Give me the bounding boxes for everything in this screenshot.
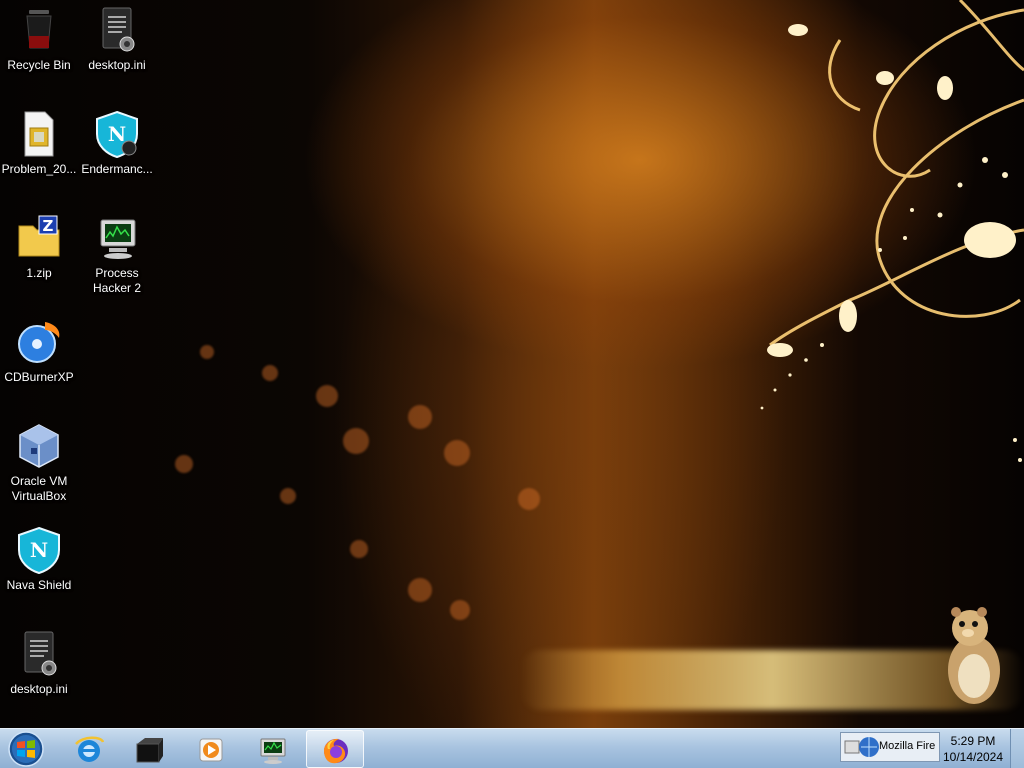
media-player-icon bbox=[199, 738, 223, 762]
desktop-icon-label: desktop.ini bbox=[10, 682, 68, 696]
shield-n-icon: N bbox=[18, 526, 60, 574]
clock-time: 5:29 PM bbox=[950, 734, 996, 748]
firefox-icon bbox=[324, 738, 348, 764]
internet-explorer-icon bbox=[75, 736, 105, 762]
desktop-icon-label: desktop.ini bbox=[88, 58, 146, 72]
network-globe-icon bbox=[844, 737, 879, 757]
settings-file-icon bbox=[102, 7, 135, 52]
desktop-icon-cdburnerxp[interactable]: CDBurnerXP bbox=[0, 318, 78, 385]
start-button[interactable] bbox=[4, 729, 48, 768]
desktop-icon-desktop-ini-2[interactable]: desktop.ini bbox=[0, 630, 78, 697]
tray-tooltip-text: Mozilla Fire bbox=[879, 740, 936, 752]
desktop-icon-problem-file[interactable]: Problem_20... bbox=[0, 110, 78, 177]
shield-n-icon: N bbox=[96, 110, 138, 158]
hamster-gadget-icon[interactable] bbox=[942, 606, 1006, 706]
desktop-icon-label: Problem_20... bbox=[1, 162, 77, 176]
show-desktop-button[interactable] bbox=[1010, 729, 1024, 768]
desktop-icon-recycle-bin[interactable]: Recycle Bin bbox=[0, 6, 78, 73]
desktop-icon-label: Nava Shield bbox=[6, 578, 72, 592]
cd-disc-icon bbox=[18, 322, 60, 363]
process-hacker-icon bbox=[260, 738, 286, 764]
windows-orb-icon bbox=[8, 731, 44, 767]
desktop-icon-label: Recycle Bin bbox=[7, 58, 71, 72]
taskbar-firefox[interactable] bbox=[306, 730, 364, 768]
recycle-bin-icon bbox=[26, 10, 52, 49]
desktop-icon-label: CDBurnerXP bbox=[4, 370, 74, 384]
svg-text:N: N bbox=[30, 538, 48, 562]
desktop-icon-label: Process Hacker 2 bbox=[92, 266, 142, 295]
taskbar-explorer[interactable] bbox=[120, 730, 178, 768]
desktop-icon-1-zip[interactable]: Z 1.zip bbox=[0, 214, 78, 281]
taskbar-internet-explorer[interactable] bbox=[60, 730, 118, 768]
clock-date: 10/14/2024 bbox=[942, 750, 1004, 764]
image-file-icon bbox=[24, 111, 54, 157]
monitor-app-icon bbox=[100, 219, 136, 259]
desktop-icon-label: Oracle VM VirtualBox bbox=[10, 474, 68, 503]
tray-notification[interactable]: Mozilla Fire bbox=[840, 732, 940, 762]
desktop-icon-endermanch[interactable]: N Endermanc... bbox=[78, 110, 156, 177]
desktop[interactable]: Recycle Bin desktop.ini Problem_20... N … bbox=[0, 0, 1024, 768]
svg-text:Z: Z bbox=[43, 217, 54, 235]
svg-text:N: N bbox=[108, 122, 126, 146]
virtualbox-cube-icon bbox=[19, 424, 59, 468]
desktop-icon-nava-shield[interactable]: N Nava Shield bbox=[0, 526, 78, 593]
desktop-icon-label: 1.zip bbox=[26, 266, 52, 280]
settings-file-icon bbox=[24, 631, 57, 676]
desktop-icon-process-hacker[interactable]: Process Hacker 2 bbox=[78, 214, 156, 296]
taskbar: Mozilla Fire 5:29 PM 10/14/2024 bbox=[0, 728, 1024, 768]
taskbar-process-hacker[interactable] bbox=[244, 730, 302, 768]
taskbar-media-player[interactable] bbox=[182, 730, 240, 768]
desktop-icon-label: Endermanc... bbox=[81, 162, 153, 176]
explorer-dark-icon bbox=[136, 738, 163, 763]
desktop-icon-desktop-ini[interactable]: desktop.ini bbox=[78, 6, 156, 73]
zip-folder-icon: Z bbox=[18, 215, 60, 257]
taskbar-clock[interactable]: 5:29 PM 10/14/2024 bbox=[940, 733, 1006, 765]
desktop-icon-virtualbox[interactable]: Oracle VM VirtualBox bbox=[0, 422, 78, 504]
